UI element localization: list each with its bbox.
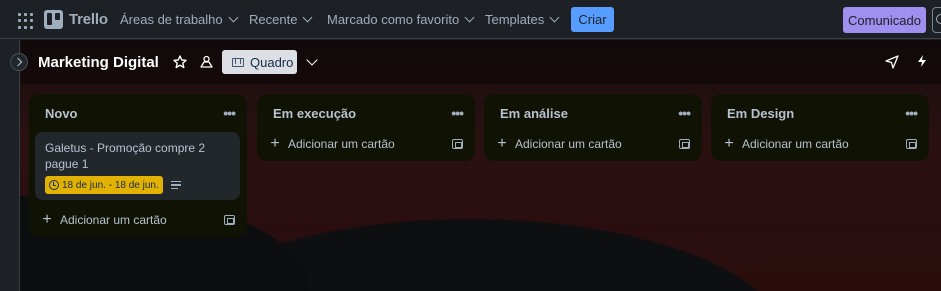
board-view-button[interactable]: Quadro — [222, 50, 297, 74]
list-title[interactable]: Novo — [45, 106, 78, 121]
nav-starred-label: Marcado como favorito — [327, 12, 460, 27]
plus-icon: + — [724, 135, 734, 152]
list-novo: Novo ••• Galetus - Promoção compre 2 pag… — [29, 94, 247, 237]
plus-icon: + — [497, 135, 507, 152]
nav-templates-label: Templates — [485, 12, 545, 27]
plus-icon: + — [270, 135, 280, 152]
announce-button[interactable]: Comunicado — [843, 7, 926, 33]
card[interactable]: Galetus - Promoção compre 2 pague 1 18 d… — [35, 132, 240, 200]
card-badges: 18 de jun. - 18 de jun. — [45, 176, 230, 194]
nav-workspaces-label: Áreas de trabalho — [120, 12, 223, 27]
more-options-icon[interactable]: ••• — [223, 105, 236, 121]
list-em-execucao: Em execução ••• + Adicionar um cartão — [257, 94, 475, 161]
add-card-label: Adicionar um cartão — [60, 213, 167, 227]
board-view-label: Quadro — [250, 54, 294, 70]
chevron-down-icon — [464, 12, 475, 23]
more-options-icon[interactable]: ••• — [678, 105, 691, 121]
due-date-label: 18 de jun. - 18 de jun. — [62, 179, 159, 191]
app-name: Trello — [69, 11, 108, 28]
nav-recent[interactable]: Recente — [249, 12, 313, 27]
more-options-icon[interactable]: ••• — [451, 105, 464, 121]
nav-workspaces[interactable]: Áreas de trabalho — [120, 12, 239, 27]
nav-starred[interactable]: Marcado como favorito — [327, 12, 475, 27]
board-header — [21, 40, 941, 84]
add-card-label: Adicionar um cartão — [742, 137, 849, 151]
chevron-down-icon — [302, 12, 313, 23]
lightning-icon[interactable] — [917, 55, 927, 67]
nav-templates[interactable]: Templates — [485, 12, 560, 27]
nav-recent-label: Recente — [249, 12, 298, 27]
chevron-down-icon — [549, 12, 560, 23]
create-button[interactable]: Criar — [571, 7, 614, 32]
list-title[interactable]: Em execução — [273, 106, 356, 121]
card-template-icon[interactable] — [224, 215, 235, 225]
add-card-label: Adicionar um cartão — [515, 137, 622, 151]
clock-icon — [49, 180, 59, 190]
top-navigation: Trello Áreas de trabalho Recente Marcado… — [0, 0, 941, 39]
due-date-badge[interactable]: 18 de jun. - 18 de jun. — [45, 176, 163, 194]
list-em-design: Em Design ••• + Adicionar um cartão — [711, 94, 929, 161]
trello-logo[interactable]: Trello — [44, 10, 108, 29]
add-card-button[interactable]: + Adicionar um cartão — [496, 135, 622, 152]
board-view-icon — [232, 57, 244, 67]
list-em-analise: Em análise ••• + Adicionar um cartão — [484, 94, 702, 161]
more-options-icon[interactable]: ••• — [905, 105, 918, 121]
expand-sidebar-icon[interactable] — [10, 53, 28, 71]
list-header: Novo ••• — [29, 94, 247, 132]
send-icon[interactable] — [885, 55, 899, 69]
collapsed-sidebar — [0, 40, 20, 291]
add-card-row: + Adicionar um cartão — [29, 203, 247, 237]
description-icon — [170, 181, 181, 189]
add-card-button[interactable]: + Adicionar um cartão — [723, 135, 849, 152]
workspace-visibility-icon[interactable] — [199, 55, 214, 69]
card-template-icon[interactable] — [679, 139, 690, 149]
list-title[interactable]: Em análise — [500, 106, 568, 121]
add-card-row: + Adicionar um cartão — [711, 127, 929, 161]
add-card-button[interactable]: + Adicionar um cartão — [41, 211, 167, 228]
trello-logo-icon — [44, 10, 63, 29]
board-title[interactable]: Marketing Digital — [38, 54, 159, 71]
card-template-icon[interactable] — [906, 139, 917, 149]
add-card-row: + Adicionar um cartão — [484, 127, 702, 161]
star-icon[interactable] — [173, 55, 187, 69]
add-card-button[interactable]: + Adicionar um cartão — [269, 135, 395, 152]
app-switcher-icon[interactable] — [16, 11, 36, 29]
chevron-down-icon — [228, 12, 239, 23]
card-title: Galetus - Promoção compre 2 pague 1 — [45, 141, 206, 171]
card-template-icon[interactable] — [452, 139, 463, 149]
plus-icon: + — [42, 211, 52, 228]
add-card-row: + Adicionar um cartão — [257, 127, 475, 161]
add-card-label: Adicionar um cartão — [288, 137, 395, 151]
search-input[interactable] — [932, 7, 941, 33]
list-title[interactable]: Em Design — [727, 106, 794, 121]
